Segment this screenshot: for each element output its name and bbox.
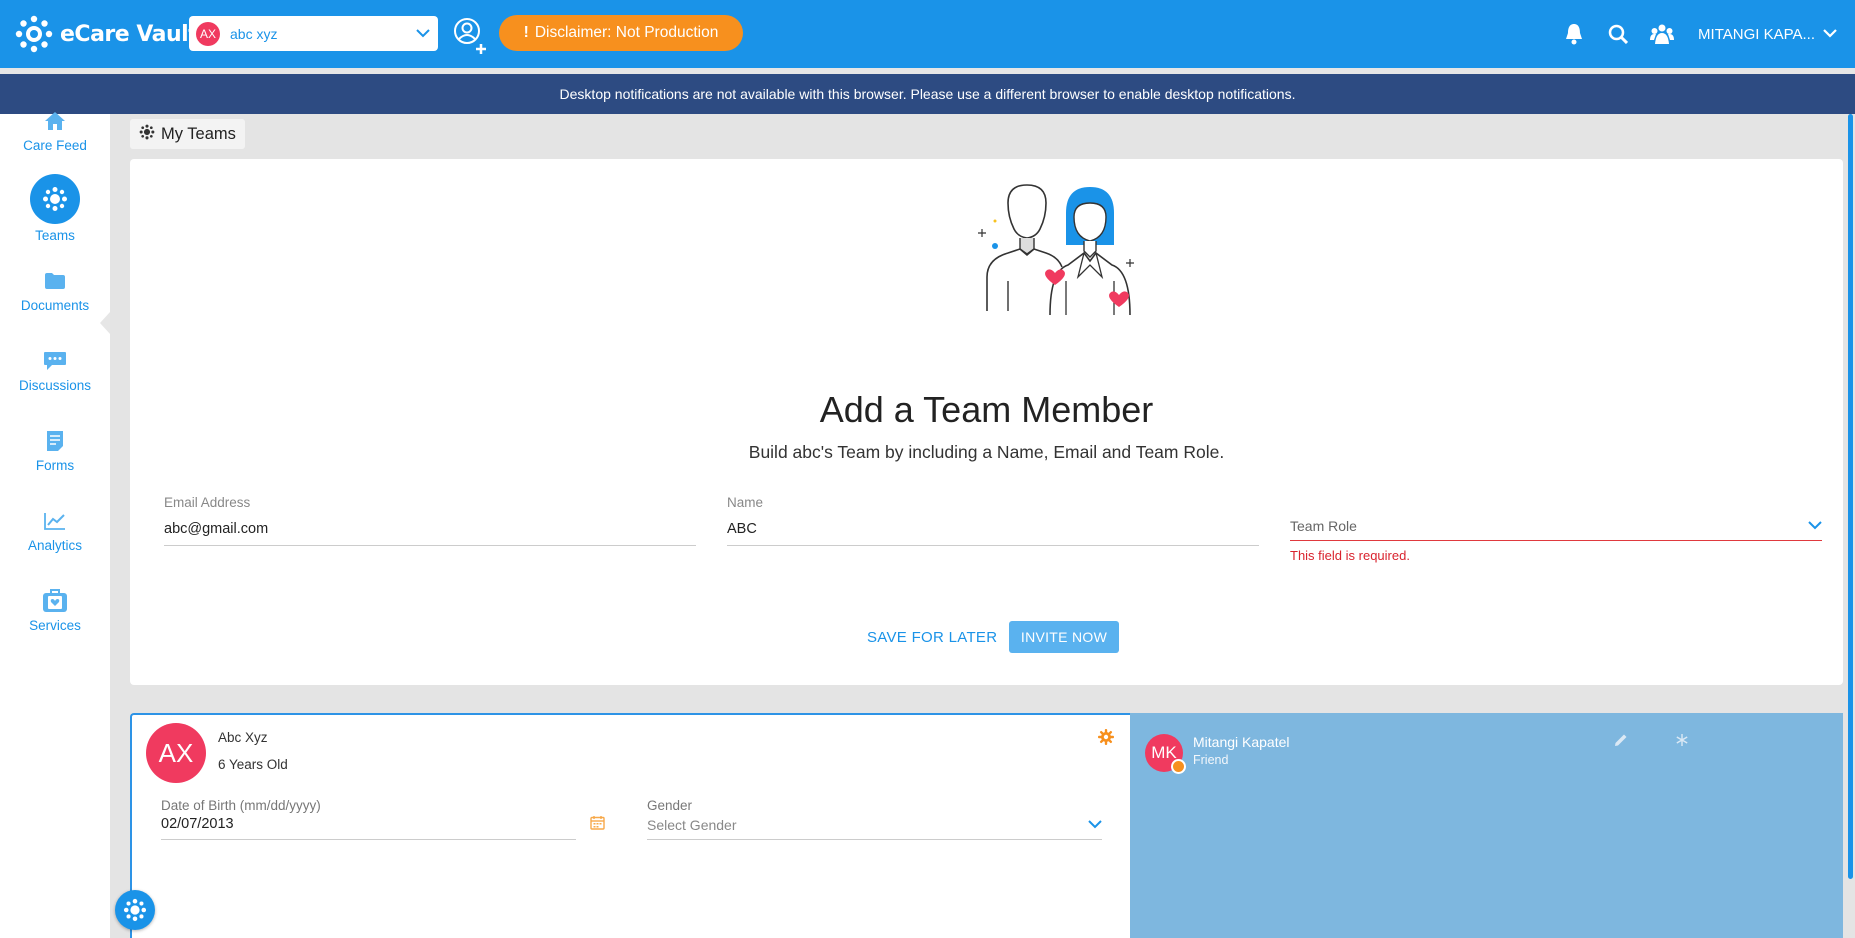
avatar: AX	[146, 723, 206, 783]
gender-underline	[647, 839, 1102, 840]
chevron-down-icon[interactable]	[1808, 517, 1822, 535]
sidebar-item-label: Analytics	[27, 538, 83, 553]
patient-avatar: AX	[196, 21, 220, 46]
home-icon	[42, 108, 68, 134]
gender-placeholder: Select Gender	[647, 817, 737, 833]
email-field[interactable]: Email Address abc@gmail.com	[164, 495, 696, 546]
top-right-actions: MITANGI KAPA...	[1562, 0, 1855, 68]
active-indicator	[100, 312, 110, 334]
sidebar-item-label: Forms	[35, 458, 75, 473]
patient-selector[interactable]: AX abc xyz	[189, 16, 438, 51]
folder-icon	[42, 268, 68, 294]
chat-icon	[42, 348, 68, 374]
team-role-select[interactable]: Team Role This field is required.	[1290, 517, 1822, 563]
sidebar-item-label: Documents	[20, 298, 90, 313]
pencil-icon[interactable]	[1614, 733, 1628, 752]
disclaimer-label: Disclaimer: Not Production	[534, 24, 719, 41]
briefcase-icon	[42, 588, 68, 614]
chevron-down-icon	[408, 19, 438, 49]
user-menu-name[interactable]: MITANGI KAPA...	[1698, 26, 1815, 43]
sidebar-item-label: Care Feed	[23, 138, 87, 153]
add-team-member-card: Add a Team Member Build abc's Team by in…	[130, 159, 1843, 685]
chevron-down-icon[interactable]	[1088, 816, 1102, 834]
patient-profile-card: AX Abc Xyz 6 Years Old Date of Birth (mm…	[130, 713, 1130, 938]
name-underline	[727, 545, 1259, 546]
page-title: My Teams	[161, 124, 236, 143]
warning-icon: !	[523, 24, 529, 41]
gender-label: Gender	[647, 798, 693, 813]
email-input[interactable]: abc@gmail.com	[164, 521, 696, 537]
team-icon[interactable]	[1650, 22, 1675, 46]
app-name: eCare Vault	[60, 21, 199, 47]
teams-fab-button[interactable]	[115, 890, 155, 930]
profile-name: Abc Xyz	[218, 730, 268, 745]
sidebar: Care Feed Teams Documents Discussions Fo…	[0, 112, 110, 938]
add-user-icon	[454, 18, 486, 54]
top-bar: eCare Vault AX abc xyz ! Disclaimer: Not…	[0, 0, 1855, 68]
team-role-underline	[1290, 540, 1822, 541]
sidebar-item-teams[interactable]: Teams	[0, 174, 110, 243]
sidebar-item-analytics[interactable]: Analytics	[0, 508, 110, 553]
teams-icon	[123, 898, 147, 922]
sidebar-item-forms[interactable]: Forms	[0, 428, 110, 473]
add-member-title: Add a Team Member	[819, 389, 1154, 430]
teams-icon	[30, 174, 80, 224]
name-input[interactable]: ABC	[727, 521, 1259, 537]
gender-select[interactable]: Gender Select Gender	[647, 798, 1102, 840]
email-label: Email Address	[164, 495, 251, 510]
sidebar-item-discussions[interactable]: Discussions	[0, 348, 110, 393]
sidebar-item-label: Services	[29, 618, 81, 633]
bell-icon[interactable]	[1562, 22, 1586, 46]
notification-banner: Desktop notifications are not available …	[0, 74, 1855, 114]
search-icon[interactable]	[1606, 22, 1630, 46]
form-icon	[42, 428, 68, 454]
email-underline	[164, 545, 696, 546]
invite-now-button[interactable]: INVITE NOW	[1009, 621, 1119, 653]
app-logo[interactable]: eCare Vault	[14, 14, 199, 54]
add-member-subtitle: Build abc's Team by including a Name, Em…	[748, 442, 1225, 462]
sidebar-item-services[interactable]: Services	[0, 588, 110, 633]
dob-underline	[161, 839, 576, 840]
name-field[interactable]: Name ABC	[727, 495, 1259, 546]
patient-name: abc xyz	[230, 25, 278, 42]
disclaimer-badge: ! Disclaimer: Not Production	[499, 15, 743, 51]
team-illustration	[978, 184, 1134, 316]
add-user-button[interactable]	[449, 16, 489, 56]
chart-icon	[42, 508, 68, 534]
sidebar-item-label: Discussions	[18, 378, 92, 393]
dob-label: Date of Birth (mm/dd/yyyy)	[161, 798, 321, 813]
teams-icon	[139, 124, 155, 145]
chevron-down-icon[interactable]	[1823, 25, 1837, 43]
ecare-logo-icon	[15, 15, 53, 53]
name-label: Name	[727, 495, 764, 510]
dob-input[interactable]: 02/07/2013	[161, 816, 616, 832]
sidebar-item-documents[interactable]: Documents	[0, 268, 110, 313]
snowflake-icon[interactable]	[1675, 733, 1689, 752]
team-role-label: Team Role	[1290, 518, 1357, 534]
member-role: Friend	[1193, 753, 1229, 767]
save-for-later-button[interactable]: SAVE FOR LATER	[867, 621, 997, 653]
dob-field[interactable]: Date of Birth (mm/dd/yyyy) 02/07/2013	[161, 798, 616, 840]
member-name: Mitangi Kapatel	[1193, 734, 1290, 750]
scrollbar[interactable]	[1848, 114, 1853, 879]
profile-age: 6 Years Old	[218, 757, 288, 772]
breadcrumb: My Teams	[130, 119, 245, 149]
team-member-panel: MK Mitangi Kapatel Friend	[1130, 713, 1843, 938]
gear-icon[interactable]	[1098, 729, 1114, 750]
calendar-icon[interactable]	[590, 815, 605, 835]
team-role-error: This field is required.	[1290, 548, 1410, 563]
star-badge-icon	[1171, 759, 1186, 774]
sidebar-item-label: Teams	[35, 228, 75, 243]
sidebar-item-care-feed[interactable]: Care Feed	[0, 108, 110, 153]
